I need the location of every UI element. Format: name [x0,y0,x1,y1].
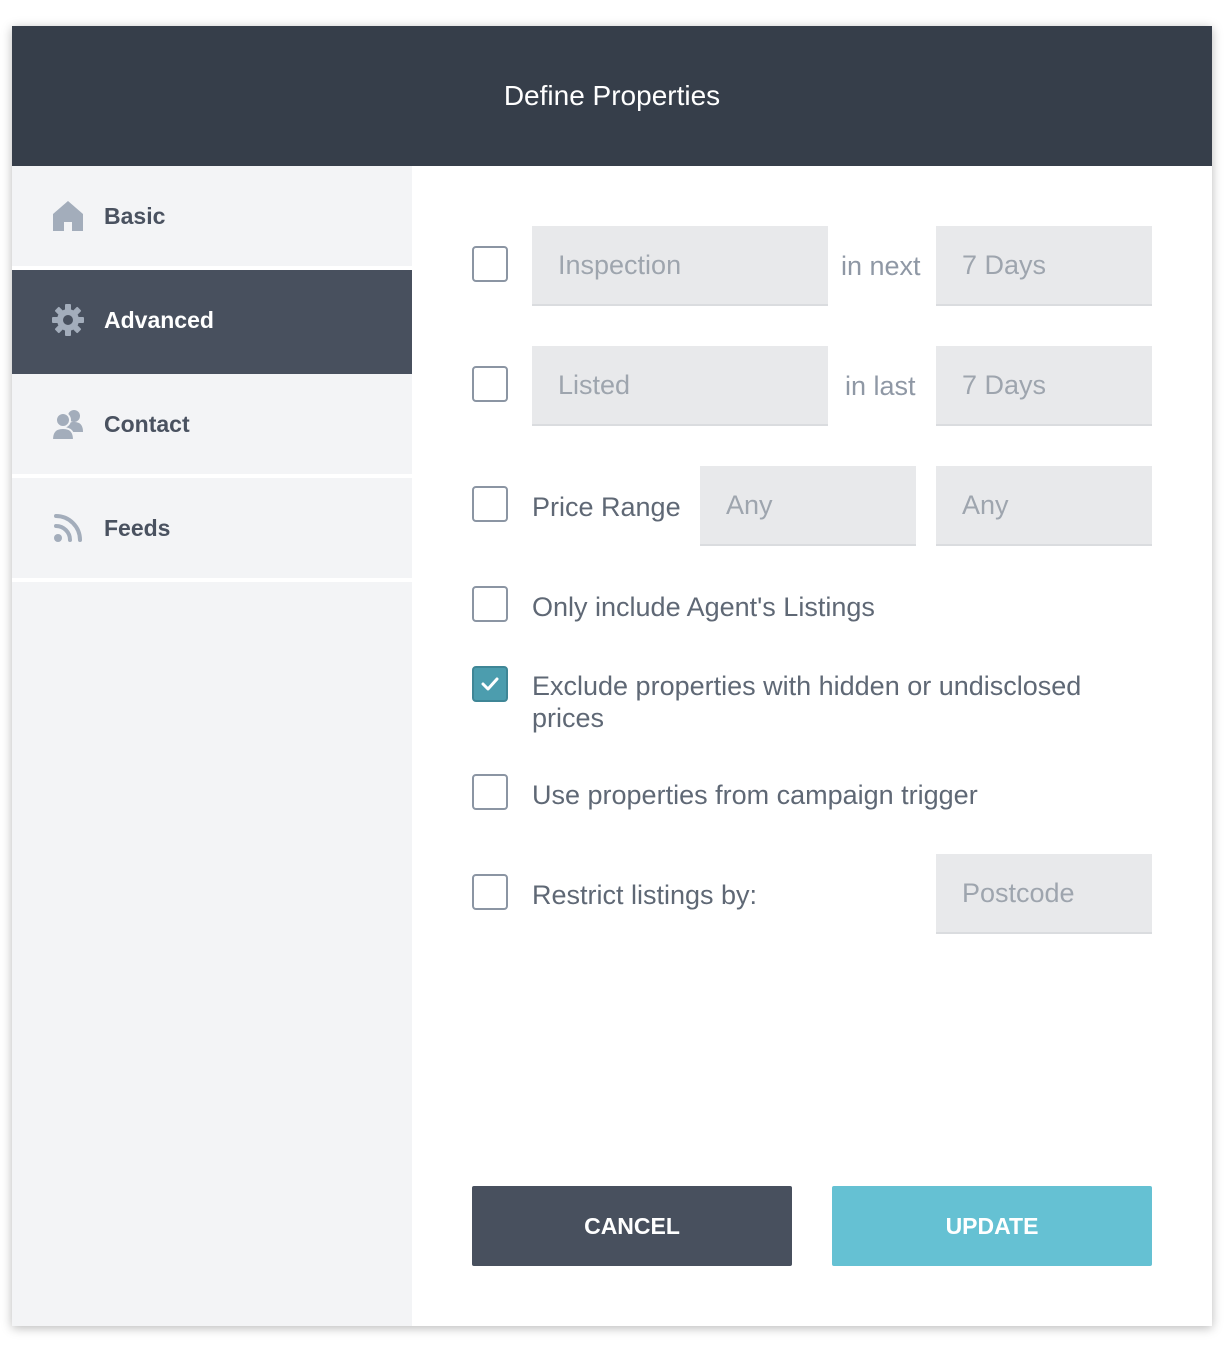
restrict-listings-checkbox[interactable] [472,874,508,910]
inspection-period-select[interactable]: 7 Days [936,226,1152,306]
rss-icon [52,512,84,544]
campaign-trigger-label: Use properties from campaign trigger [532,780,978,810]
sidebar: Basic Advanced Contact Feeds [12,166,412,1326]
exclude-hidden-prices-checkbox[interactable] [472,666,508,702]
sidebar-item-basic[interactable]: Basic [12,166,412,270]
sidebar-item-label: Basic [104,202,166,229]
exclude-hidden-prices-label: Exclude properties with hidden or undisc… [532,671,1082,733]
gear-icon [52,304,84,336]
price-min-select[interactable]: Any [700,466,916,546]
sidebar-item-label: Advanced [104,306,214,333]
in-last-label: in last [845,371,916,401]
restrict-listings-label: Restrict listings by: [532,880,758,910]
cancel-button[interactable]: CANCEL [472,1186,792,1266]
price-max-select[interactable]: Any [936,466,1152,546]
dialog-title: Define Properties [503,80,721,111]
home-icon [52,200,84,232]
sidebar-item-label: Contact [104,410,190,437]
update-button[interactable]: UPDATE [832,1186,1152,1266]
agent-listings-checkbox[interactable] [472,586,508,622]
sidebar-item-label: Feeds [104,514,171,541]
restrict-listings-select[interactable]: Postcode [936,854,1152,934]
checkmark-icon [481,677,499,691]
listed-checkbox[interactable] [472,366,508,402]
define-properties-dialog: Define Properties Basic Advanced Contact… [12,26,1212,1326]
inspection-checkbox[interactable] [472,246,508,282]
campaign-trigger-checkbox[interactable] [472,774,508,810]
users-icon [52,408,84,440]
in-next-label: in next [841,251,921,281]
sidebar-item-feeds[interactable]: Feeds [12,478,412,582]
sidebar-item-contact[interactable]: Contact [12,374,412,478]
advanced-options-panel: Inspection in next 7 Days Listed in last… [412,166,1212,1326]
agent-listings-label: Only include Agent's Listings [532,592,875,622]
listed-select[interactable]: Listed [532,346,828,426]
dialog-header: Define Properties [12,26,1212,166]
inspection-select[interactable]: Inspection [532,226,828,306]
price-range-checkbox[interactable] [472,486,508,522]
listed-period-select[interactable]: 7 Days [936,346,1152,426]
price-range-label: Price Range [532,492,681,522]
sidebar-item-advanced[interactable]: Advanced [12,270,412,374]
